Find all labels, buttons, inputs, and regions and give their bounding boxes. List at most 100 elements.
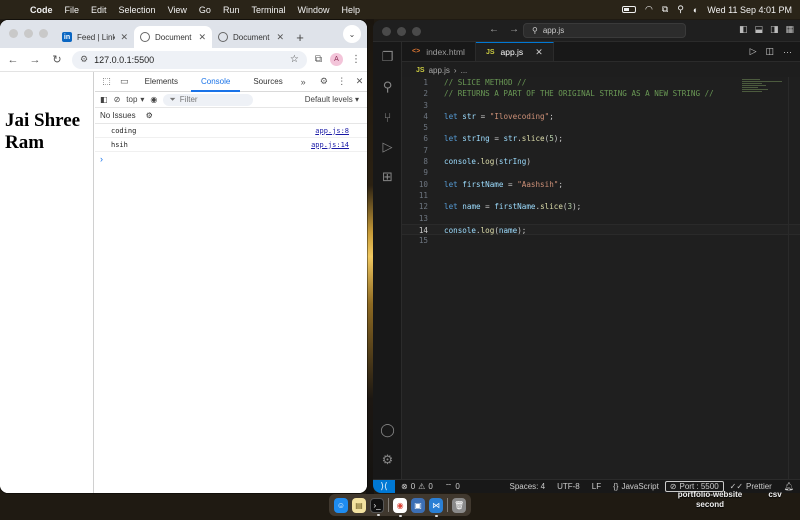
eol-status[interactable]: LF — [586, 482, 607, 491]
close-devtools-icon[interactable]: ✕ — [352, 76, 367, 87]
overview-ruler[interactable] — [788, 77, 800, 479]
console-prompt[interactable]: › — [95, 152, 367, 166]
spotlight-icon[interactable]: ⚲ — [677, 4, 684, 15]
extensions-icon[interactable]: ⧉ — [315, 54, 322, 65]
code-line[interactable]: 13 — [402, 213, 800, 224]
live-expression-eye-icon[interactable]: ◉ — [150, 95, 157, 104]
code-line[interactable]: 8 console.log(strIng) — [402, 156, 800, 167]
log-source-link[interactable]: app.js:8 — [315, 127, 349, 135]
close-tab-icon[interactable]: ✕ — [535, 47, 543, 58]
notes-icon[interactable]: ▤ — [352, 497, 366, 513]
zoom-window-button[interactable] — [39, 29, 48, 38]
code-line[interactable]: 12 let name = firstName.slice(3); — [402, 201, 800, 212]
context-selector[interactable]: top ▾ — [126, 95, 144, 104]
forward-icon[interactable]: → — [28, 54, 42, 66]
menu-app-name[interactable]: Code — [28, 5, 59, 15]
profile-avatar[interactable]: A — [330, 53, 343, 66]
zoom-window-button[interactable] — [412, 27, 421, 36]
minimap[interactable] — [742, 79, 786, 99]
search-icon[interactable]: ⚲ — [373, 72, 402, 102]
run-file-icon[interactable]: ▷ — [750, 46, 757, 57]
code-line[interactable]: 7 — [402, 145, 800, 156]
back-icon[interactable]: ← — [6, 54, 20, 66]
menu-clock[interactable]: Wed 11 Sep 4:01 PM — [707, 5, 792, 15]
go-back-icon[interactable]: ← — [489, 24, 499, 35]
console-settings-gear-icon[interactable]: ⚙ — [146, 111, 153, 120]
problems-indicator[interactable]: ⊗ 0 ⚠ 0 — [395, 482, 439, 491]
user-switch-icon[interactable]: ◐ — [693, 5, 698, 15]
site-info-icon[interactable]: ⚙ — [80, 54, 88, 65]
reload-icon[interactable]: ↻ — [50, 53, 64, 66]
sidebar-toggle-icon[interactable]: ◧ — [100, 95, 108, 104]
chrome-icon[interactable]: ◉ — [393, 497, 408, 517]
chrome-menu-icon[interactable]: ⋮ — [351, 54, 361, 65]
toggle-panel-icon[interactable]: ⬓ — [754, 24, 763, 35]
menu-view[interactable]: View — [162, 5, 193, 15]
editor-tab-app-js[interactable]: JS app.js ✕ — [475, 42, 554, 61]
code-line[interactable]: 9 — [402, 167, 800, 178]
settings-gear-icon[interactable]: ⚙ — [317, 76, 332, 87]
control-center-icon[interactable]: ⧉ — [662, 4, 668, 15]
filter-input[interactable]: ⏷ Filter — [163, 93, 254, 106]
code-line[interactable]: 6 let strIng = str.slice(5); — [402, 133, 800, 144]
customize-layout-icon[interactable]: ▦ — [785, 24, 794, 35]
code-line[interactable]: 11 — [402, 190, 800, 201]
code-line[interactable]: 4 let str = "Ilovecoding"; — [402, 111, 800, 122]
log-levels-dropdown[interactable]: Default levels ▾ — [305, 95, 359, 104]
breadcrumb-symbol[interactable]: ... — [461, 66, 468, 75]
close-window-button[interactable] — [382, 27, 391, 36]
menu-window[interactable]: Window — [291, 5, 335, 15]
tab-console[interactable]: Console — [190, 72, 241, 92]
wifi-icon[interactable]: ◠ — [645, 4, 653, 15]
menu-selection[interactable]: Selection — [113, 5, 162, 15]
preview-icon[interactable]: ▣ — [411, 497, 426, 513]
desktop-file-label[interactable]: csv — [762, 490, 788, 500]
desktop-folder-label[interactable]: portfolio-website second — [672, 490, 748, 510]
log-source-link[interactable]: app.js:14 — [311, 141, 349, 149]
tab-sources[interactable]: Sources — [243, 72, 292, 92]
trash-icon[interactable]: 🗑︎ — [452, 497, 467, 513]
terminal-icon[interactable]: ›_ — [370, 497, 385, 516]
menu-edit[interactable]: Edit — [85, 5, 113, 15]
minimize-window-button[interactable] — [24, 29, 33, 38]
encoding-status[interactable]: UTF-8 — [551, 482, 586, 491]
code-editor[interactable]: 1 // SLICE METHOD // 2 // RETURNS A PART OF… — [402, 77, 800, 479]
extensions-icon[interactable]: ⊞ — [373, 162, 402, 192]
tab-elements[interactable]: Elements — [135, 72, 188, 92]
go-forward-icon[interactable]: → — [509, 24, 519, 35]
inspect-element-icon[interactable]: ⬚ — [99, 76, 114, 87]
new-tab-button[interactable]: + — [290, 26, 310, 48]
clear-console-icon[interactable]: ⊘ — [114, 95, 121, 104]
account-icon[interactable]: ◯ — [373, 415, 402, 445]
bookmark-star-icon[interactable]: ☆ — [290, 54, 299, 65]
menu-run[interactable]: Run — [217, 5, 246, 15]
indentation-status[interactable]: Spaces: 4 — [504, 482, 552, 491]
menu-file[interactable]: File — [59, 5, 86, 15]
editor-tab-index-html[interactable]: <> index.html — [402, 42, 476, 61]
minimize-window-button[interactable] — [397, 27, 406, 36]
more-tabs-icon[interactable]: » — [296, 77, 311, 87]
manage-gear-icon[interactable]: ⚙ — [373, 445, 402, 475]
more-actions-icon[interactable]: ··· — [783, 47, 792, 57]
code-line[interactable]: 2 // RETURNS A PART OF THE ORIGINAL STRIN… — [402, 88, 800, 99]
chrome-tab-linkedin[interactable]: in Feed | LinkedIn ✕ — [56, 26, 134, 48]
code-line[interactable]: 15 — [402, 235, 800, 246]
tab-search-button[interactable]: ⌄ — [343, 25, 361, 43]
finder-icon[interactable]: ☺ — [334, 497, 348, 513]
code-line[interactable]: 14 console.log(name); — [402, 223, 800, 236]
toggle-secondary-sidebar-icon[interactable]: ◨ — [770, 24, 779, 35]
issues-count[interactable]: No Issues — [100, 111, 136, 120]
split-editor-icon[interactable]: ◫ — [765, 46, 774, 57]
command-center-search[interactable]: ⚲ app.js — [523, 23, 686, 38]
close-tab-icon[interactable]: ✕ — [120, 32, 128, 43]
close-window-button[interactable] — [9, 29, 18, 38]
menu-go[interactable]: Go — [193, 5, 217, 15]
address-bar[interactable]: ⚙ 127.0.0.1:5500 ☆ — [72, 50, 307, 69]
devtools-menu-icon[interactable]: ⋮ — [334, 76, 349, 87]
remote-window-icon[interactable]: ⟩⟨ — [373, 479, 395, 493]
chrome-tab-document[interactable]: Document ✕ — [212, 26, 290, 48]
toggle-primary-sidebar-icon[interactable]: ◧ — [739, 24, 748, 35]
language-mode-status[interactable]: {} JavaScript — [607, 482, 665, 491]
menu-help[interactable]: Help — [335, 5, 366, 15]
close-tab-icon[interactable]: ✕ — [198, 32, 206, 43]
